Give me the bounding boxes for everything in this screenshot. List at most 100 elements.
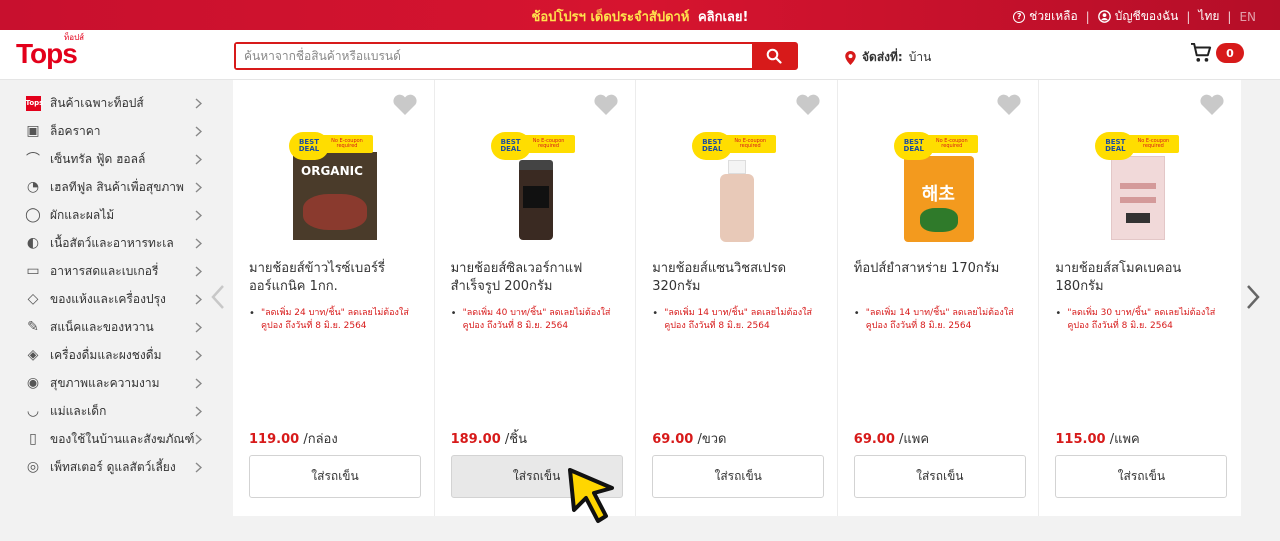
fish-icon: ◐ (26, 235, 40, 251)
cart-button[interactable]: 0 (1190, 43, 1244, 63)
product-card[interactable]: BEST DEAL No E-coupon required มายช้อยส์แซน… (636, 80, 838, 516)
chevron-right-icon (195, 350, 202, 361)
product-card[interactable]: BEST DEAL No E-coupon required มายช้อยส์สโม… (1039, 80, 1241, 516)
promo-bar: ช้อปโปรฯ เด็ดประจำสัปดาห์ คลิกเลย! ? ช่ว… (0, 0, 1280, 30)
search-bar (234, 42, 798, 70)
product-card[interactable]: BEST DEAL No E-coupon required มายช้อยส์ซิล… (435, 80, 637, 516)
no-coupon-badge: No E-coupon required (1127, 135, 1180, 153)
wishlist-heart-icon[interactable] (795, 94, 821, 116)
sidebar-item[interactable]: ◔ เฮลทีฟูล สินค้าเพื่อสุขภาพ (0, 173, 218, 201)
fruit-icon: ◯ (25, 207, 41, 223)
sidebar-item[interactable]: ▯ ของใช้ในบ้านและสังฆภัณฑ์ (0, 425, 218, 453)
product-carousel: BEST DEAL No E-coupon required ORGANIC มายช้… (233, 80, 1241, 516)
sidebar-item[interactable]: ◉ สุขภาพและความงาม (0, 369, 218, 397)
pet-icon: ◎ (26, 459, 40, 475)
product-price: 69.00 /ขวด (652, 428, 726, 449)
carousel-next-arrow-icon[interactable] (1246, 284, 1260, 310)
wishlist-heart-icon[interactable] (392, 94, 418, 116)
product-promo: "ลดเพิ่ม 14 บาท/ชิ้น" ลดเลยไม่ต้องใส่คูป… (854, 307, 1026, 333)
search-button[interactable] (752, 44, 796, 68)
sidebar-item[interactable]: ◯ ผักและผลไม้ (0, 201, 218, 229)
sidebar-item-label: ของใช้ในบ้านและสังฆภัณฑ์ (50, 431, 195, 446)
lang-th-link[interactable]: ไทย (1198, 7, 1219, 26)
sidebar-item[interactable]: ◈ เครื่องดื่มและผงชงดื่ม (0, 341, 218, 369)
delivery-value: บ้าน (908, 50, 932, 64)
search-input[interactable] (236, 44, 752, 68)
price-unit: /ชิ้น (504, 432, 527, 447)
price-value: 115.00 (1055, 432, 1106, 447)
add-to-cart-button[interactable]: ใส่รถเข็น (249, 455, 421, 498)
product-thumbnail[interactable]: BEST DEAL No E-coupon required ORGANIC (283, 130, 383, 242)
product-name[interactable]: ท็อปส์ยำสาหร่าย 170กรัม (854, 260, 1026, 278)
product-name[interactable]: มายช้อยส์ข้าวไรซ์เบอร์รี่ออร์แกนิค 1กก. (249, 260, 421, 296)
wishlist-heart-icon[interactable] (593, 94, 619, 116)
product-image (518, 160, 553, 240)
product-promo: "ลดเพิ่ม 24 บาท/ชิ้น" ลดเลยไม่ต้องใส่คูป… (249, 307, 421, 333)
help-label: ช่วยเหลือ (1029, 9, 1078, 23)
carousel-prev-arrow-icon[interactable] (211, 284, 225, 310)
price-value: 119.00 (249, 432, 300, 447)
product-thumbnail[interactable]: BEST DEAL No E-coupon required (1089, 130, 1189, 242)
price-value: 189.00 (450, 432, 501, 447)
badge-line-2: DEAL (701, 145, 723, 153)
sidebar-item-label: เครื่องดื่มและผงชงดื่ม (50, 347, 162, 362)
promo-text[interactable]: ช้อปโปรฯ เด็ดประจำสัปดาห์ (532, 10, 690, 25)
sidebar-item-label: สินค้าเฉพาะท็อปส์ (50, 95, 144, 110)
chevron-right-icon (195, 378, 202, 389)
sidebar-item[interactable]: ⌒ เซ็นทรัล ฟู้ด ฮอลล์ (0, 145, 218, 173)
food-hall-icon: ⌒ (26, 152, 40, 168)
logo-small-text: ท็อปส์ (64, 33, 85, 42)
best-deal-badge: BEST DEAL (289, 132, 329, 160)
tops-logo-icon: Tops (24, 94, 43, 112)
chevron-right-icon (195, 126, 202, 137)
chevron-right-icon (195, 154, 202, 165)
add-to-cart-button[interactable]: ใส่รถเข็น (652, 455, 825, 498)
product-thumbnail[interactable]: BEST DEAL No E-coupon required 해초 (888, 130, 988, 242)
sidebar-item[interactable]: ◐ เนื้อสัตว์และอาหารทะเล (0, 229, 218, 257)
product-price: 69.00 /แพค (854, 428, 929, 449)
account-link[interactable]: บัญชีของฉัน (1097, 7, 1179, 26)
sidebar-item[interactable]: ▭ อาหารสดและเบเกอรี่ (0, 257, 218, 285)
lang-en-link[interactable]: EN (1239, 10, 1256, 24)
delivery-selector[interactable]: จัดส่งที่: บ้าน (845, 48, 931, 67)
product-name[interactable]: มายช้อยส์สโมคเบคอน 180กรัม (1055, 260, 1227, 296)
add-to-cart-button[interactable]: ใส่รถเข็น (1055, 455, 1228, 498)
sidebar-item-label: ของแห้งและเครื่องปรุง (50, 291, 166, 306)
price-unit: /แพค (899, 432, 930, 447)
sidebar-item[interactable]: ✎ สแน็คและของหวาน (0, 313, 218, 341)
best-deal-badge: BEST DEAL (692, 132, 733, 160)
sidebar-item-label: เนื้อสัตว์และอาหารทะเล (50, 235, 174, 250)
product-card[interactable]: BEST DEAL No E-coupon required 해초 ท็อปส์ยำสา… (838, 80, 1040, 516)
price-unit: /ขวด (697, 432, 727, 447)
help-link[interactable]: ? ช่วยเหลือ (1013, 7, 1078, 26)
wishlist-heart-icon[interactable] (996, 94, 1022, 116)
sidebar-item[interactable]: ◎ เพ็ทสเตอร์ ดูแลสัตว์เลี้ยง (0, 453, 218, 481)
best-deal-badge: BEST DEAL (1095, 132, 1136, 160)
hand-cursor-icon (568, 468, 614, 523)
product-card[interactable]: BEST DEAL No E-coupon required ORGANIC มายช้… (233, 80, 435, 516)
tops-logo[interactable]: Tops ท็อปส์ (16, 34, 84, 68)
product-thumbnail[interactable]: BEST DEAL No E-coupon required (686, 130, 786, 242)
sidebar-item[interactable]: Tops สินค้าเฉพาะท็อปส์ (0, 89, 218, 117)
price-value: 69.00 (853, 432, 895, 447)
sidebar-item[interactable]: ◇ ของแห้งและเครื่องปรุง (0, 285, 218, 313)
product-image: ORGANIC (293, 152, 377, 240)
promo-cta-link[interactable]: คลิกเลย! (698, 10, 749, 25)
best-deal-badge: BEST DEAL (490, 132, 531, 160)
product-name[interactable]: มายช้อยส์แซนวิชสเปรด 320กรัม (652, 260, 824, 296)
product-image (1111, 156, 1166, 240)
chevron-right-icon (195, 406, 202, 417)
price-unit: /แพค (1109, 432, 1140, 447)
pack-label: 해초 (921, 184, 955, 205)
product-thumbnail[interactable]: BEST DEAL No E-coupon required (485, 130, 585, 242)
account-label: บัญชีของฉัน (1114, 9, 1179, 23)
sidebar-item[interactable]: ▣ ล็อคราคา (0, 117, 218, 145)
category-sidebar: Tops สินค้าเฉพาะท็อปส์ ▣ ล็อคราคา ⌒ เซ็นทรัล … (0, 80, 218, 481)
divider: | (1085, 9, 1090, 24)
chevron-right-icon (195, 462, 202, 473)
sidebar-item[interactable]: ◡ แม่และเด็ก (0, 397, 218, 425)
wishlist-heart-icon[interactable] (1199, 94, 1225, 116)
add-to-cart-button[interactable]: ใส่รถเข็น (853, 455, 1026, 498)
sidebar-item-label: แม่และเด็ก (50, 403, 107, 418)
product-name[interactable]: มายช้อยส์ซิลเวอร์กาแฟสำเร็จรูป 200กรัม (451, 260, 623, 296)
